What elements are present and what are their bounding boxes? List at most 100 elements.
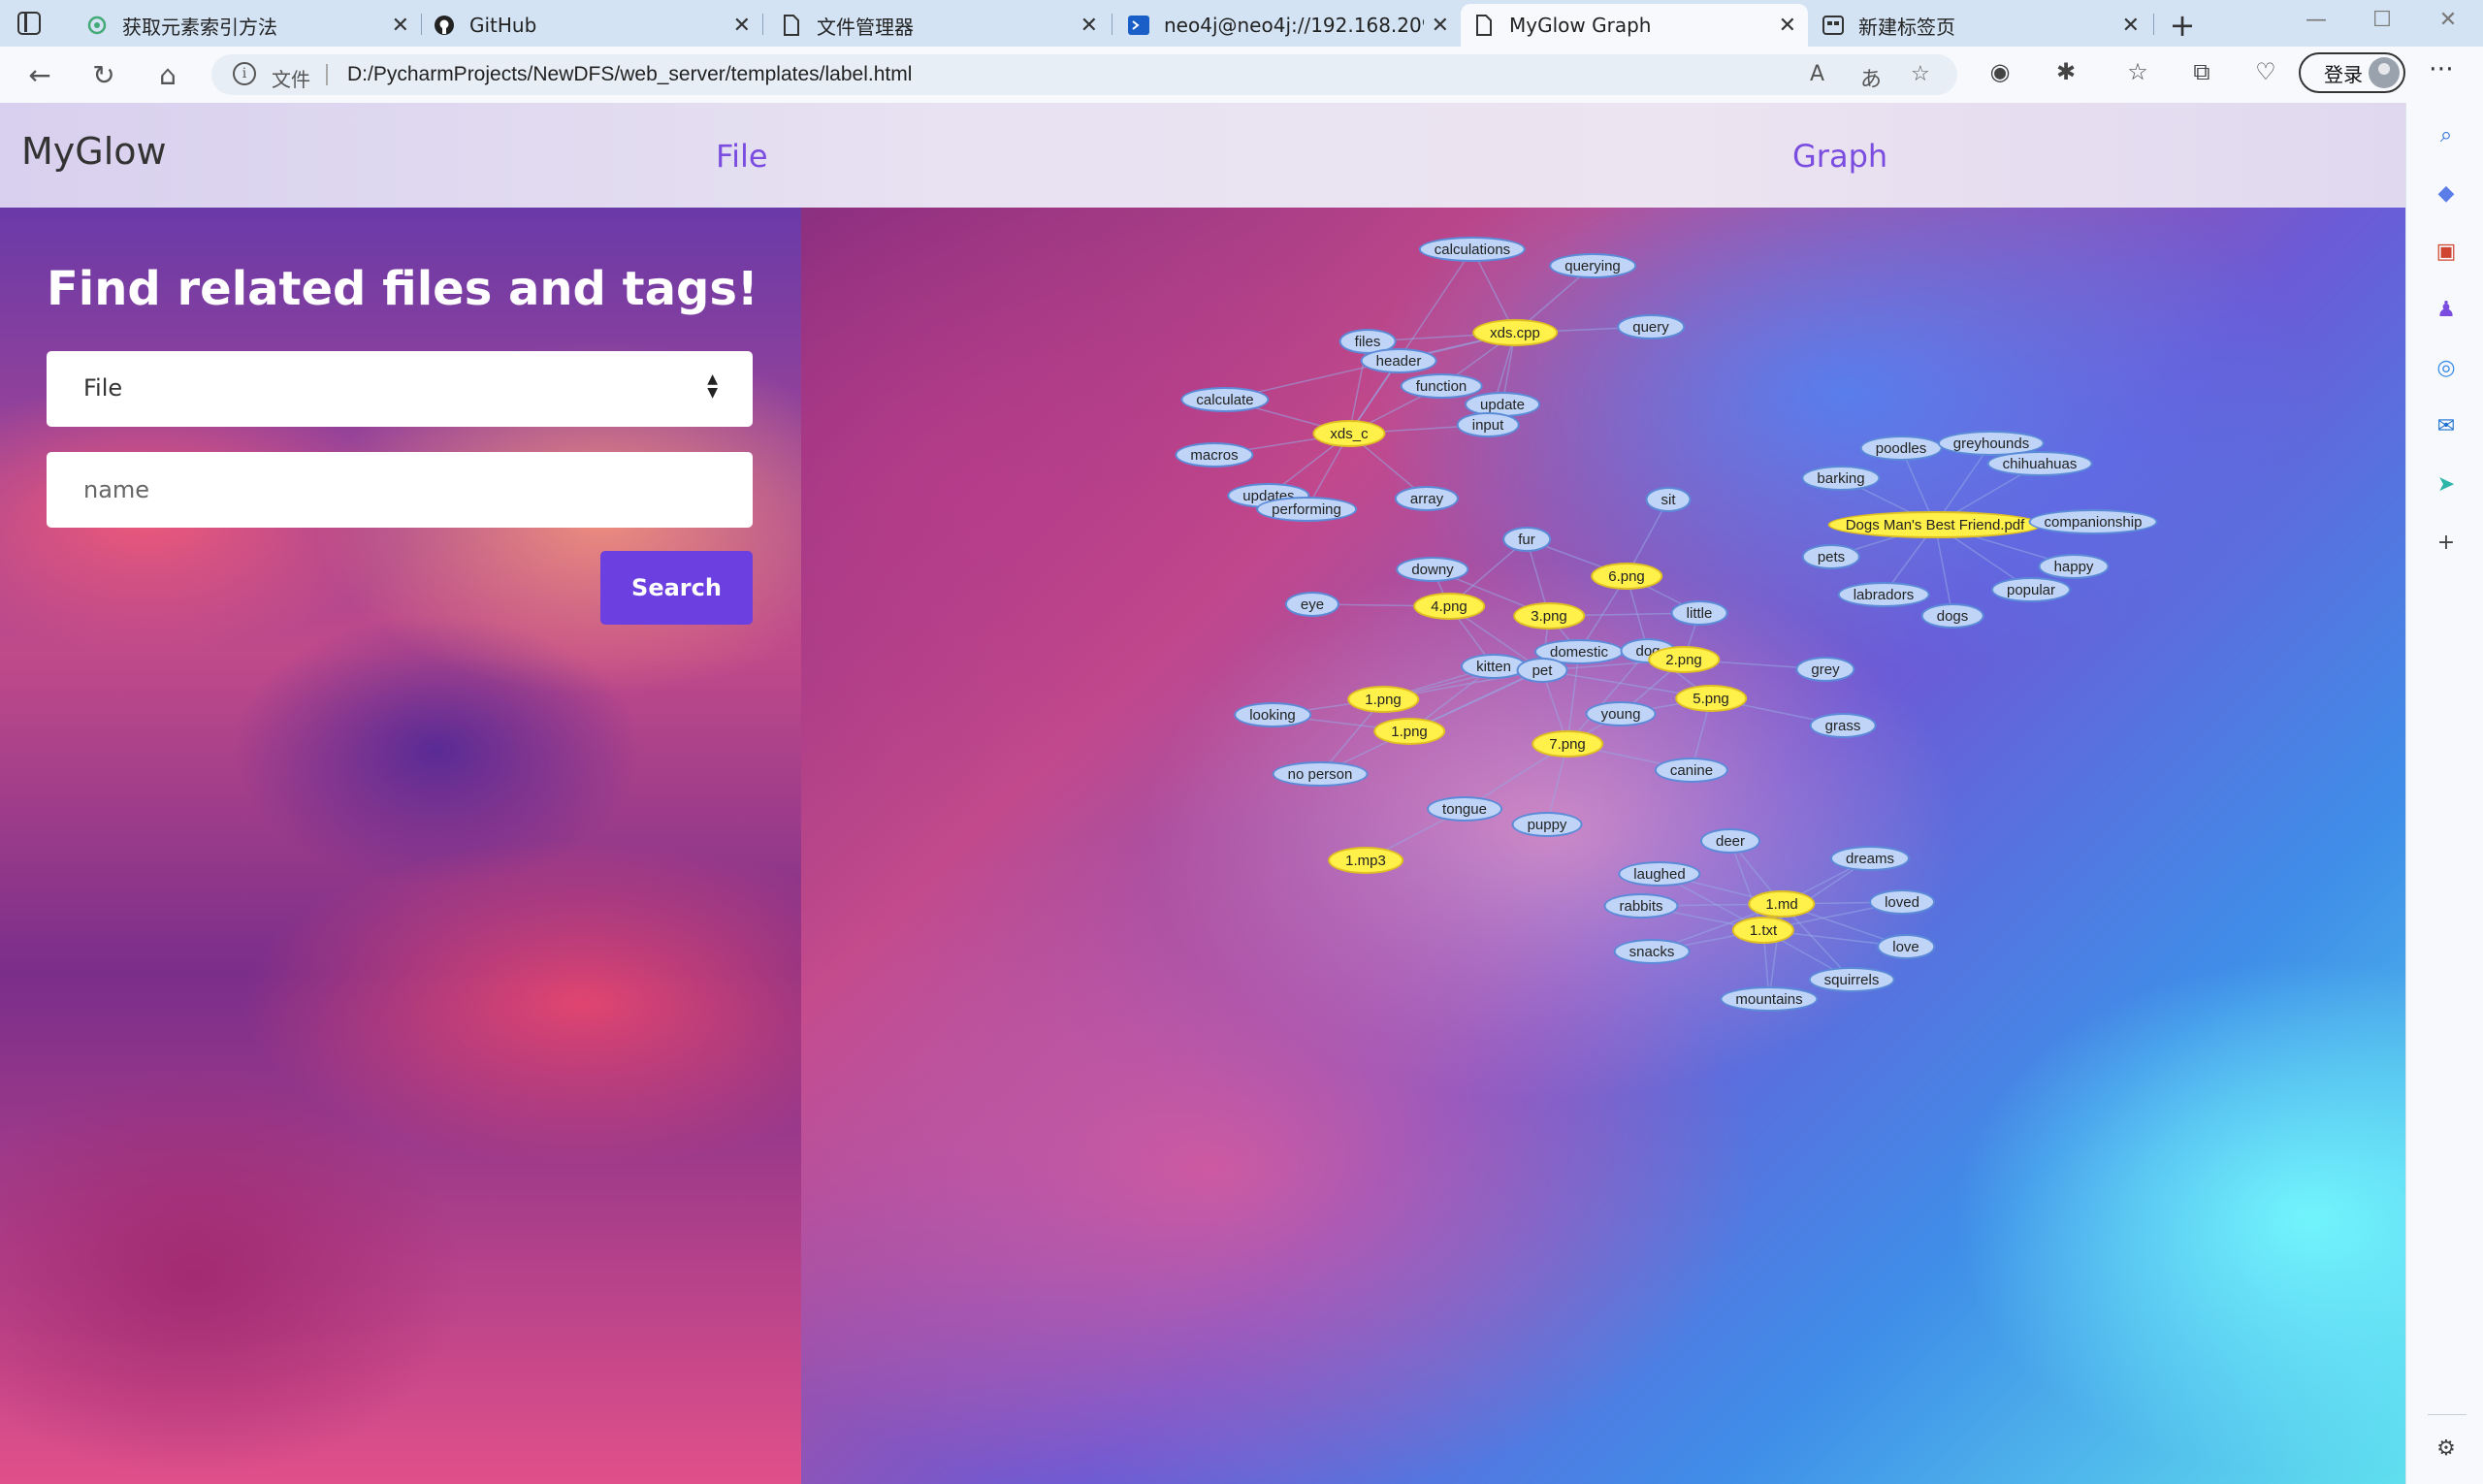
collections-icon[interactable]: ⧉ — [2184, 58, 2219, 85]
graph-node-tag[interactable]: macros — [1175, 442, 1254, 468]
graph-node-tag[interactable]: squirrels — [1808, 967, 1895, 992]
close-icon[interactable]: ✕ — [392, 14, 409, 38]
graph-node-tag[interactable]: laughed — [1618, 861, 1701, 887]
graph-node-tag[interactable]: grey — [1795, 657, 1855, 682]
settings-icon[interactable]: ⚙ — [2432, 1434, 2461, 1463]
tab-file-manager[interactable]: 文件管理器 ✕ — [768, 4, 1110, 47]
info-icon[interactable]: i — [233, 62, 256, 85]
graph-node-file[interactable]: 5.png — [1675, 685, 1747, 712]
graph-node-file[interactable]: 2.png — [1648, 646, 1720, 673]
add-icon[interactable]: + — [2432, 528, 2461, 557]
graph-node-tag[interactable]: loved — [1869, 889, 1935, 915]
graph-node-file[interactable]: 3.png — [1513, 602, 1585, 629]
tab-neo4j[interactable]: neo4j@neo4j://192.168.209.136: ✕ — [1115, 4, 1461, 47]
outlook-icon[interactable]: ✉ — [2432, 411, 2461, 440]
graph-node-tag[interactable]: grass — [1809, 713, 1877, 738]
graph-node-tag[interactable]: calculations — [1418, 237, 1527, 262]
tools-icon[interactable]: ▣ — [2432, 237, 2461, 266]
maximize-icon[interactable]: ☐ — [2363, 8, 2402, 32]
close-icon[interactable]: ✕ — [1779, 14, 1796, 38]
graph-node-tag[interactable]: happy — [2038, 554, 2110, 579]
minimize-icon[interactable]: — — [2297, 8, 2336, 32]
graph-node-tag[interactable]: barking — [1801, 466, 1881, 491]
graph-node-tag[interactable]: calculate — [1180, 387, 1270, 412]
url-text[interactable]: D:/PycharmProjects/NewDFS/web_server/tem… — [347, 63, 912, 86]
graph-node-file[interactable]: xds_c — [1312, 420, 1386, 447]
graph-node-tag[interactable]: dreams — [1829, 846, 1911, 871]
graph-node-file[interactable]: 1.png — [1373, 718, 1445, 745]
refresh-icon[interactable]: ↻ — [85, 56, 122, 93]
close-icon[interactable]: ✕ — [2122, 14, 2140, 38]
graph-node-tag[interactable]: no person — [1272, 761, 1369, 787]
graph-node-tag[interactable]: header — [1360, 348, 1437, 373]
name-input[interactable] — [47, 452, 753, 528]
graph-node-tag[interactable]: pets — [1801, 544, 1861, 569]
graph-node-tag[interactable]: pet — [1516, 658, 1568, 683]
graph-node-file[interactable]: 1.md — [1748, 890, 1816, 918]
graph-node-file[interactable]: 1.mp3 — [1328, 847, 1403, 874]
graph-node-tag[interactable]: query — [1617, 314, 1685, 339]
microsoft-365-icon[interactable]: ◎ — [2432, 353, 2461, 382]
more-icon[interactable]: ⋯ — [2429, 54, 2454, 83]
graph-node-tag[interactable]: sit — [1645, 487, 1692, 512]
graph-node-tag[interactable]: snacks — [1613, 939, 1691, 964]
tab-chatgpt[interactable]: 获取元素索引方法 ✕ — [74, 4, 421, 47]
graph-node-file[interactable]: xds.cpp — [1472, 319, 1558, 346]
copilot-icon[interactable]: ◉ — [1983, 58, 2017, 85]
vertical-tabs-icon[interactable] — [17, 12, 41, 35]
graph-node-tag[interactable]: querying — [1549, 253, 1636, 278]
graph-node-tag[interactable]: rabbits — [1603, 893, 1679, 919]
graph-node-tag[interactable]: chihuahuas — [1986, 451, 2093, 476]
favorites-icon[interactable]: ☆ — [2120, 58, 2155, 85]
type-select[interactable]: File ▲ ▼ — [47, 351, 753, 427]
graph-node-tag[interactable]: little — [1670, 600, 1728, 626]
close-icon[interactable]: ✕ — [733, 14, 751, 38]
tab-myglow-graph[interactable]: MyGlow Graph ✕ — [1461, 4, 1808, 47]
new-tab-button[interactable]: + — [2163, 6, 2202, 45]
games-icon[interactable]: ♟ — [2432, 295, 2461, 324]
graph-node-file[interactable]: 1.png — [1347, 686, 1419, 713]
graph-node-tag[interactable]: tongue — [1427, 796, 1502, 822]
extensions-icon[interactable]: ✱ — [2048, 58, 2083, 85]
graph-node-file[interactable]: 6.png — [1591, 563, 1662, 590]
graph-node-tag[interactable]: popular — [1990, 577, 2072, 602]
graph-node-file[interactable]: 4.png — [1413, 593, 1485, 620]
close-icon[interactable]: ✕ — [1080, 14, 1098, 38]
favorite-add-icon[interactable]: ☆ — [1911, 62, 1930, 86]
drop-icon[interactable]: ➤ — [2432, 469, 2461, 499]
graph-node-tag[interactable]: puppy — [1511, 812, 1583, 837]
home-icon[interactable]: ⌂ — [149, 56, 186, 93]
search-button[interactable]: Search — [600, 551, 753, 625]
graph-node-file[interactable]: Dogs Man's Best Friend.pdf — [1827, 511, 2043, 538]
graph-node-tag[interactable]: looking — [1234, 702, 1311, 727]
graph-node-tag[interactable]: performing — [1256, 497, 1357, 522]
graph-node-tag[interactable]: poodles — [1859, 436, 1943, 461]
close-window-icon[interactable]: ✕ — [2429, 8, 2467, 32]
graph-node-tag[interactable]: mountains — [1720, 986, 1819, 1012]
graph-node-tag[interactable]: function — [1400, 373, 1483, 399]
graph-node-tag[interactable]: canine — [1654, 758, 1729, 783]
nav-link-file[interactable]: File — [716, 138, 768, 175]
graph-node-tag[interactable]: labradors — [1837, 582, 1930, 607]
tab-new-tab[interactable]: 新建标签页 ✕ — [1810, 4, 2151, 47]
graph-node-tag[interactable]: young — [1585, 701, 1657, 726]
nav-link-graph[interactable]: Graph — [1792, 138, 1887, 175]
graph-node-tag[interactable]: array — [1394, 486, 1460, 511]
translate-icon[interactable]: あ — [1860, 62, 1882, 93]
read-aloud-icon[interactable]: A — [1810, 62, 1824, 86]
brand-logo[interactable]: MyGlow — [21, 130, 167, 173]
search-icon[interactable]: ⌕ — [2432, 120, 2461, 149]
graph-node-tag[interactable]: love — [1877, 934, 1935, 959]
graph-node-tag[interactable]: companionship — [2028, 509, 2158, 534]
graph-node-tag[interactable]: fur — [1502, 527, 1551, 552]
graph-node-file[interactable]: 7.png — [1532, 730, 1603, 758]
back-icon[interactable]: ← — [21, 56, 58, 93]
graph-node-tag[interactable]: eye — [1284, 592, 1340, 617]
graph-node-tag[interactable]: deer — [1699, 828, 1761, 854]
tab-github[interactable]: GitHub ✕ — [421, 4, 762, 47]
address-bar[interactable]: i 文件 D:/PycharmProjects/NewDFS/web_serve… — [211, 54, 1957, 95]
graph-node-tag[interactable]: downy — [1396, 557, 1469, 582]
login-button[interactable]: 登录 — [2299, 52, 2405, 93]
browser-essentials-icon[interactable]: ♡ — [2248, 58, 2283, 85]
tag-icon[interactable]: ◆ — [2432, 178, 2461, 208]
